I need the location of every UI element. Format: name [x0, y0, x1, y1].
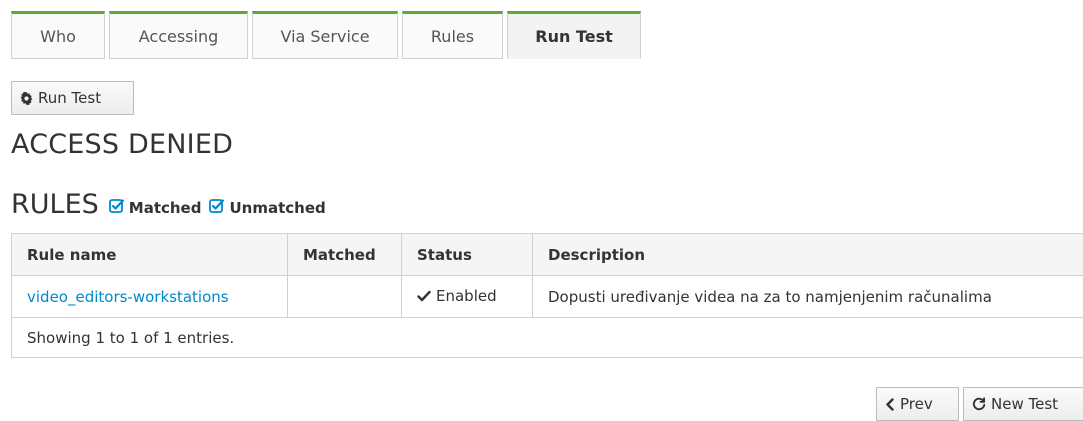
tab-accessing[interactable]: Accessing: [109, 11, 248, 59]
checkbox-checked-icon: [209, 198, 225, 218]
rules-heading: RULES: [11, 189, 99, 220]
column-header-rule-name[interactable]: Rule name: [11, 233, 288, 276]
column-header-matched[interactable]: Matched: [287, 233, 402, 276]
rule-name-cell: video_editors-workstations: [11, 275, 288, 318]
tab-via-service[interactable]: Via Service: [252, 11, 398, 59]
prev-button[interactable]: Prev: [876, 387, 959, 421]
description-cell: Dopusti uređivanje videa na za to namjen…: [532, 275, 1083, 318]
result-heading: ACCESS DENIED: [11, 129, 234, 160]
gear-icon: [20, 91, 33, 105]
run-test-button[interactable]: Run Test: [11, 81, 134, 115]
chevron-left-icon: [885, 397, 895, 411]
matched-filter-checkbox[interactable]: Matched: [108, 198, 202, 218]
rule-link[interactable]: video_editors-workstations: [27, 288, 229, 306]
table-row: video_editors-workstations Enabled Dopus…: [11, 275, 1083, 318]
rules-header: RULES Matched Unmatched: [11, 189, 334, 220]
column-header-description[interactable]: Description: [532, 233, 1083, 276]
status-text: Enabled: [436, 287, 497, 305]
tab-label: Who: [40, 26, 76, 46]
rules-table: Rule name Matched Status Description vid…: [11, 233, 1083, 318]
tab-run-test[interactable]: Run Test: [507, 11, 641, 59]
refresh-icon: [972, 397, 986, 411]
table-footer: Showing 1 to 1 of 1 entries.: [11, 318, 1083, 358]
entries-summary: Showing 1 to 1 of 1 entries.: [27, 328, 235, 347]
tab-label: Via Service: [280, 26, 370, 46]
new-test-button[interactable]: New Test: [963, 387, 1083, 421]
prev-button-label: Prev: [900, 395, 933, 413]
status-cell: Enabled: [401, 275, 533, 318]
pager-buttons: Prev New Test: [876, 387, 1083, 421]
tab-label: Accessing: [138, 26, 219, 46]
tab-who[interactable]: Who: [11, 11, 105, 59]
tab-label: Rules: [430, 26, 475, 46]
matched-filter-label: Matched: [128, 198, 202, 217]
column-header-status[interactable]: Status: [401, 233, 533, 276]
rules-table-container: Rule name Matched Status Description vid…: [11, 233, 1083, 358]
checkbox-checked-icon: [108, 198, 125, 218]
table-header-row: Rule name Matched Status Description: [11, 233, 1083, 276]
run-test-button-label: Run Test: [38, 89, 102, 107]
tab-rules[interactable]: Rules: [402, 11, 503, 59]
tab-label: Run Test: [535, 26, 613, 46]
hbac-test-page: Who Accessing Via Service Rules Run Test…: [0, 0, 1083, 421]
new-test-button-label: New Test: [991, 395, 1059, 413]
check-icon: [417, 290, 431, 302]
unmatched-filter-checkbox[interactable]: Unmatched: [209, 198, 326, 218]
matched-cell: [287, 275, 402, 318]
unmatched-filter-label: Unmatched: [229, 198, 326, 217]
wizard-tabs: Who Accessing Via Service Rules Run Test: [11, 11, 641, 59]
